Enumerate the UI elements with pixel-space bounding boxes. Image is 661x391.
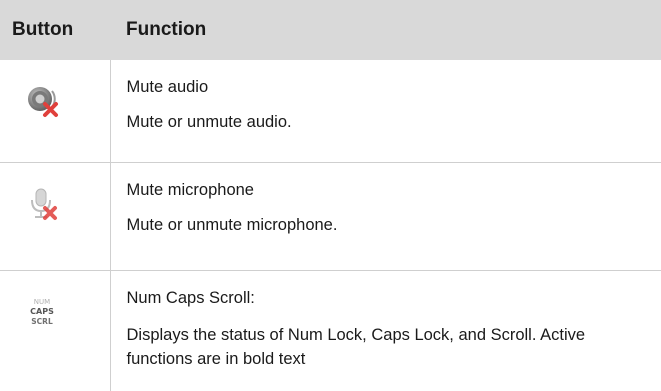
- svg-text:NUM: NUM: [34, 298, 50, 306]
- button-function-table: Button Function: [0, 0, 661, 391]
- table-row: Mute microphone Mute or unmute microphon…: [0, 163, 661, 271]
- table-row: NUM CAPS SCRL Num Caps Scroll: Displays …: [0, 271, 661, 391]
- icon-cell: NUM CAPS SCRL: [0, 271, 110, 391]
- function-title: Mute audio: [127, 76, 661, 98]
- function-title: Mute microphone: [127, 179, 661, 201]
- svg-text:CAPS: CAPS: [30, 307, 54, 316]
- svg-text:SCRL: SCRL: [31, 317, 53, 326]
- icon-cell: [0, 60, 110, 163]
- num-caps-scroll-icon: NUM CAPS SCRL: [25, 295, 59, 329]
- function-description: Mute or unmute audio.: [127, 110, 661, 134]
- table-row: Mute audio Mute or unmute audio.: [0, 60, 661, 163]
- table-header-row: Button Function: [0, 0, 661, 60]
- function-cell: Mute audio Mute or unmute audio.: [110, 60, 661, 163]
- header-button: Button: [0, 0, 110, 60]
- function-description: Mute or unmute microphone.: [127, 213, 661, 237]
- mute-audio-icon: [25, 84, 59, 118]
- function-description: Displays the status of Num Lock, Caps Lo…: [127, 323, 661, 371]
- mute-microphone-icon: [25, 187, 59, 221]
- header-function: Function: [110, 0, 661, 60]
- function-cell: Mute microphone Mute or unmute microphon…: [110, 163, 661, 271]
- icon-cell: [0, 163, 110, 271]
- function-cell: Num Caps Scroll: Displays the status of …: [110, 271, 661, 391]
- function-title: Num Caps Scroll:: [127, 287, 661, 309]
